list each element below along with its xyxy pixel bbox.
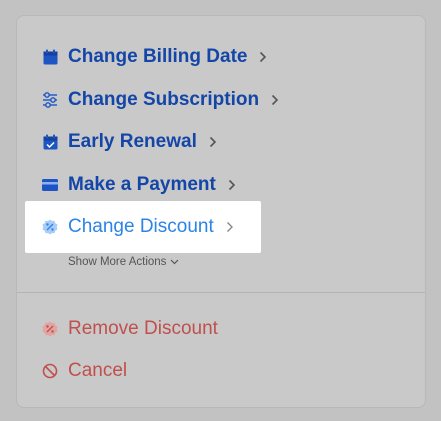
remove-discount-label: Remove Discount: [68, 318, 218, 339]
show-more-actions-button[interactable]: Show More Actions: [68, 256, 179, 268]
show-more-actions-label: Show More Actions: [68, 256, 167, 268]
early-renewal-label: Early Renewal: [68, 131, 197, 152]
change-billing-date-button[interactable]: Change Billing Date: [41, 42, 267, 72]
discount-badge-icon: [41, 218, 59, 236]
discount-badge-icon: [41, 320, 59, 338]
actions-card: Change Billing Date Change Subscription: [16, 15, 426, 408]
cancel-icon: [41, 362, 59, 380]
change-subscription-button[interactable]: Change Subscription: [41, 85, 279, 115]
divider: [17, 292, 425, 293]
cancel-button[interactable]: Cancel: [41, 356, 127, 386]
change-billing-date-label: Change Billing Date: [68, 46, 248, 67]
chevron-right-icon: [209, 136, 217, 148]
chevron-right-icon: [228, 179, 236, 191]
calendar-check-icon: [41, 133, 59, 151]
cancel-label: Cancel: [68, 360, 128, 381]
early-renewal-button[interactable]: Early Renewal: [41, 127, 217, 157]
sliders-icon: [41, 91, 59, 109]
chevron-right-icon: [226, 221, 234, 233]
calendar-icon: [41, 48, 59, 66]
chevron-right-icon: [271, 94, 279, 106]
make-a-payment-button[interactable]: Make a Payment: [41, 170, 236, 200]
change-subscription-label: Change Subscription: [68, 89, 260, 110]
remove-discount-button[interactable]: Remove Discount: [41, 314, 218, 344]
chevron-right-icon: [259, 51, 267, 63]
change-discount-button[interactable]: Change Discount: [41, 212, 234, 242]
change-discount-label: Change Discount: [68, 216, 214, 237]
credit-card-icon: [41, 176, 59, 194]
make-a-payment-label: Make a Payment: [68, 174, 216, 195]
chevron-down-icon: [170, 259, 179, 265]
